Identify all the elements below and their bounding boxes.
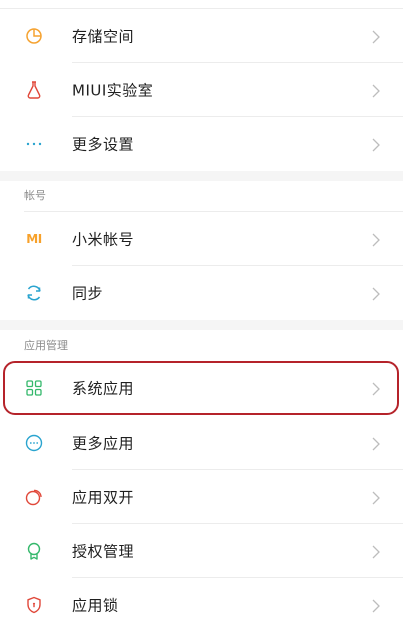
section-gap — [0, 320, 403, 330]
settings-item-storage[interactable]: 存储空间 — [0, 9, 403, 63]
settings-item-label: 小米帐号 — [72, 230, 135, 249]
chevron-right-icon — [372, 598, 381, 613]
chevron-right-icon — [372, 83, 381, 98]
sync-icon — [24, 283, 44, 303]
settings-item-mi-account[interactable]: MI 小米帐号 — [0, 212, 403, 266]
highlight-outline — [3, 361, 399, 415]
settings-item-dual-apps[interactable]: 应用双开 — [0, 470, 403, 524]
chevron-right-icon — [372, 490, 381, 505]
chevron-right-icon — [372, 29, 381, 44]
badge-icon — [24, 541, 44, 561]
settings-item-permissions[interactable]: 授权管理 — [0, 524, 403, 578]
settings-item-label: 存储空间 — [72, 27, 135, 46]
more-dots-icon — [24, 134, 44, 154]
settings-item-more-settings[interactable]: 更多设置 — [0, 117, 403, 171]
settings-item-label: 授权管理 — [72, 542, 135, 561]
chevron-right-icon — [372, 544, 381, 559]
more-circle-icon — [24, 433, 44, 453]
settings-item-app-lock[interactable]: 应用锁 — [0, 578, 403, 632]
settings-item-label: 更多应用 — [72, 434, 135, 453]
settings-item-label: MIUI实验室 — [72, 81, 154, 100]
flask-icon — [24, 80, 44, 100]
dual-app-icon — [24, 487, 44, 507]
section-title-account: 帐号 — [24, 189, 46, 202]
section-gap — [0, 171, 403, 181]
settings-item-label: 应用双开 — [72, 488, 135, 507]
chevron-right-icon — [372, 436, 381, 451]
settings-item-label: 同步 — [72, 284, 104, 303]
chevron-right-icon — [372, 232, 381, 247]
settings-item-label: 应用锁 — [72, 596, 119, 615]
section-title-app-management: 应用管理 — [24, 339, 68, 352]
settings-item-label: 更多设置 — [72, 135, 135, 154]
chevron-right-icon — [372, 137, 381, 152]
settings-item-sync[interactable]: 同步 — [0, 266, 403, 320]
mi-logo-icon: MI — [26, 232, 42, 246]
chevron-right-icon — [372, 286, 381, 301]
settings-item-miui-lab[interactable]: MIUI实验室 — [0, 63, 403, 117]
storage-pie-icon — [24, 26, 44, 46]
settings-item-more-apps[interactable]: 更多应用 — [0, 416, 403, 470]
shield-lock-icon — [24, 595, 44, 615]
